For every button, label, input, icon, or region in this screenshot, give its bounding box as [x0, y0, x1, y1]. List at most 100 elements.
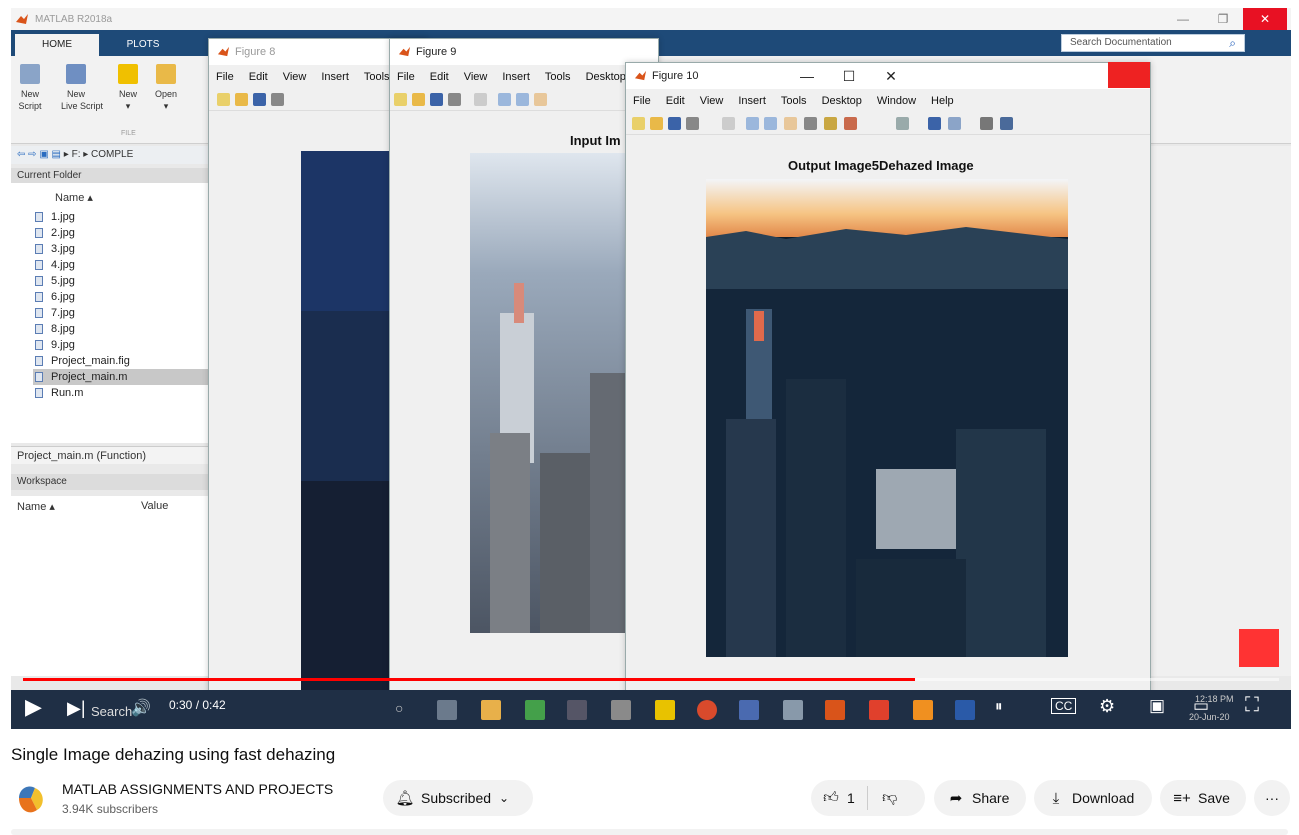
zoom-in-icon[interactable]	[746, 117, 759, 130]
menu-item[interactable]: Window	[870, 89, 924, 113]
miniplayer-icon[interactable]: ▣	[1149, 696, 1165, 716]
menu-item[interactable]: Tools	[774, 89, 815, 113]
fullscreen-icon[interactable]: ⛶	[1245, 694, 1259, 717]
link-plot-icon[interactable]	[896, 117, 909, 130]
minimize-icon[interactable]: —	[1163, 8, 1203, 30]
maximize-icon[interactable]: ☐	[828, 63, 870, 89]
file-item[interactable]: 1.jpg	[33, 209, 209, 225]
share-button[interactable]: ➦ Share	[934, 780, 1026, 816]
save-icon[interactable]	[668, 117, 681, 130]
print-icon[interactable]	[271, 93, 284, 106]
file-item[interactable]: 3.jpg	[33, 241, 209, 257]
new-figure-icon[interactable]	[394, 93, 407, 106]
open-file-icon[interactable]	[650, 117, 663, 130]
tab-home[interactable]: HOME	[15, 34, 99, 56]
hide-tools-icon[interactable]	[980, 117, 993, 130]
app-icon-5[interactable]	[783, 700, 803, 720]
task-view-icon[interactable]	[437, 700, 457, 720]
file-item[interactable]: Project_main.fig	[33, 353, 209, 369]
new-script-button[interactable]: New Script	[15, 64, 45, 112]
file-item[interactable]: 2.jpg	[33, 225, 209, 241]
rotate-icon[interactable]	[804, 117, 817, 130]
file-item[interactable]: 6.jpg	[33, 289, 209, 305]
brush-icon[interactable]	[844, 117, 857, 130]
thumbs-down-icon[interactable]: 👎︎	[880, 789, 900, 807]
new-figure-icon[interactable]	[632, 117, 645, 130]
more-actions-button[interactable]: ···	[1254, 780, 1290, 816]
show-tools-icon[interactable]	[1000, 117, 1013, 130]
next-button[interactable]: ▶|	[67, 698, 86, 719]
colorbar-icon[interactable]	[928, 117, 941, 130]
file-explorer-icon[interactable]	[481, 700, 501, 720]
print-icon[interactable]	[686, 117, 699, 130]
matlab-taskbar-icon[interactable]	[825, 700, 845, 720]
open-file-icon[interactable]	[412, 93, 425, 106]
download-button[interactable]: ⤓ Download	[1034, 780, 1152, 816]
pause-icon[interactable]: ⏸	[995, 698, 1003, 715]
menu-item[interactable]: Help	[924, 89, 962, 113]
progress-bar[interactable]	[23, 678, 1279, 681]
legend-icon[interactable]	[948, 117, 961, 130]
search-documentation-input[interactable]: Search Documentation ⌕	[1061, 34, 1245, 52]
menu-item[interactable]: File	[209, 65, 242, 89]
pointer-icon[interactable]	[474, 93, 487, 106]
channel-name[interactable]: MATLAB ASSIGNMENTS AND PROJECTS	[62, 781, 333, 797]
file-item[interactable]: Project_main.m	[33, 369, 209, 385]
data-cursor-icon[interactable]	[824, 117, 837, 130]
figure-9-window[interactable]: Figure 9 File Edit View Insert Tools Desktop …	[389, 38, 659, 698]
app-icon[interactable]	[525, 700, 545, 720]
menu-item[interactable]: View	[457, 65, 496, 89]
file-item[interactable]: Run.m	[33, 385, 209, 401]
menu-item[interactable]: Desktop	[815, 89, 870, 113]
figure-10-window[interactable]: Figure 10 File Edit View Insert Tools Desktop…	[625, 62, 1151, 698]
name-column-header[interactable]: Name ▴	[55, 191, 93, 204]
like-count[interactable]: 1	[847, 790, 855, 806]
captions-icon[interactable]: CC	[1051, 698, 1077, 714]
app-icon-2[interactable]	[567, 700, 587, 720]
thumbs-up-icon[interactable]: 👍︎	[821, 789, 841, 807]
zoom-out-icon[interactable]	[516, 93, 529, 106]
zoom-in-icon[interactable]	[498, 93, 511, 106]
app-icon-6[interactable]	[869, 700, 889, 720]
menu-item[interactable]: View	[693, 89, 732, 113]
close-icon[interactable]: ✕	[1243, 8, 1287, 30]
video-player[interactable]: MATLAB R2018a — ❐ ✕ HOME PLOTS Search Do…	[11, 8, 1291, 729]
volume-icon[interactable]: 🔊	[131, 698, 151, 718]
file-item[interactable]: 7.jpg	[33, 305, 209, 321]
settings-gear-icon[interactable]: ⚙	[1099, 696, 1115, 717]
menu-item[interactable]: Insert	[731, 89, 774, 113]
current-path-bar[interactable]: ⇦ ⇨ ▣ ▤ ▸ F: ▸ COMPLE	[11, 146, 211, 164]
menu-item[interactable]: Insert	[495, 65, 538, 89]
save-icon[interactable]	[253, 93, 266, 106]
menu-item[interactable]: Tools	[538, 65, 579, 89]
menu-item[interactable]: File	[626, 89, 659, 113]
open-file-icon[interactable]	[235, 93, 248, 106]
maximize-icon[interactable]: ❐	[1203, 8, 1243, 30]
open-button[interactable]: Open ▾	[151, 64, 181, 112]
nav-arrows-icon[interactable]: ⇦ ⇨ ▣ ▤	[17, 149, 64, 160]
pan-icon[interactable]	[534, 93, 547, 106]
menu-item[interactable]: Edit	[242, 65, 276, 89]
menu-item[interactable]: File	[390, 65, 423, 89]
pan-icon[interactable]	[784, 117, 797, 130]
ws-value-column[interactable]: Value	[141, 500, 168, 512]
menu-item[interactable]: Edit	[659, 89, 693, 113]
cortana-icon[interactable]: ○	[395, 700, 415, 720]
app-icon-7[interactable]	[913, 700, 933, 720]
search-icon[interactable]: ⌕	[1229, 35, 1236, 51]
print-icon[interactable]	[448, 93, 461, 106]
file-item[interactable]: 8.jpg	[33, 321, 209, 337]
new-figure-icon[interactable]	[217, 93, 230, 106]
file-item[interactable]: 5.jpg	[33, 273, 209, 289]
save-button[interactable]: ≡+ Save	[1160, 780, 1246, 816]
app-icon-4[interactable]	[739, 700, 759, 720]
save-icon[interactable]	[430, 93, 443, 106]
close-icon[interactable]: ✕	[870, 63, 912, 89]
file-item[interactable]: 9.jpg	[33, 337, 209, 353]
app-icon-8[interactable]	[955, 700, 975, 720]
menu-item[interactable]: Insert	[314, 65, 357, 89]
tab-plots[interactable]: PLOTS	[115, 34, 171, 56]
subscribed-button[interactable]: 🔔︎ Subscribed ⌄	[383, 780, 533, 816]
play-button[interactable]: ▶	[25, 694, 42, 720]
file-item[interactable]: 4.jpg	[33, 257, 209, 273]
